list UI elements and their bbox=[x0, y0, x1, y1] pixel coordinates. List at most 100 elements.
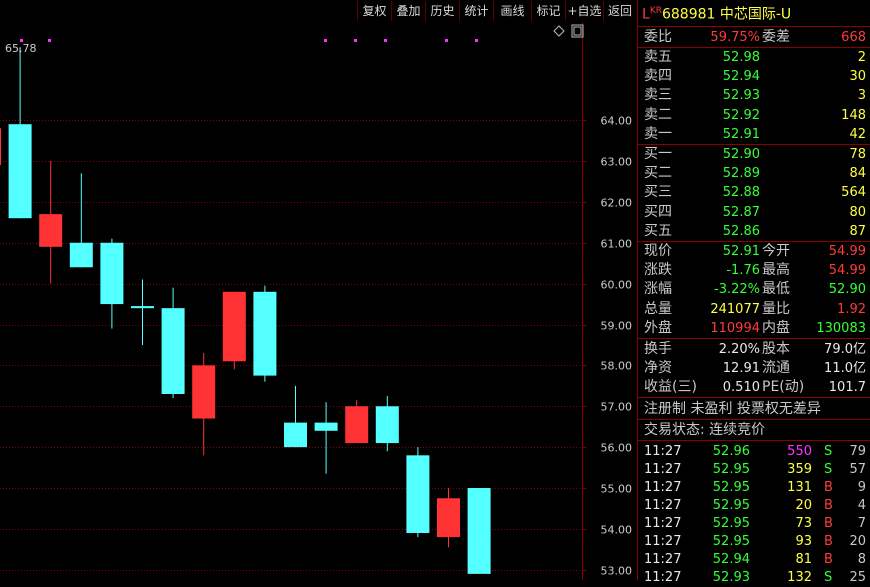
tick-side: S bbox=[824, 444, 833, 459]
fundamental-label: 股本 bbox=[762, 341, 790, 357]
candlestick-chart[interactable]: 64.00 63.00 62.00 61.00 60.00 59.00 58.00 57.00… bbox=[0, 22, 637, 580]
bid-volume: 78 bbox=[849, 147, 866, 162]
candle-body bbox=[437, 498, 460, 538]
fundamental-value: 79.0亿 bbox=[824, 342, 866, 357]
fundamental-label: 换手 bbox=[644, 341, 672, 357]
ask-volume: 148 bbox=[841, 107, 866, 123]
candle-body bbox=[284, 422, 307, 448]
event-marker-dot[interactable] bbox=[48, 39, 51, 42]
quote-label: 今开 bbox=[762, 243, 790, 259]
event-marker-dot[interactable] bbox=[445, 39, 448, 42]
bid-volume: 80 bbox=[849, 204, 866, 220]
stock-header: LKR688981 中芯国际-U bbox=[642, 2, 791, 25]
tick-count: 8 bbox=[857, 552, 866, 567]
ask-volume: 2 bbox=[857, 50, 866, 65]
stock-name: 中芯国际-U bbox=[719, 6, 792, 23]
bid-volume: 84 bbox=[849, 166, 866, 182]
tick-volume: 20 bbox=[795, 498, 812, 513]
restore-rights-button[interactable]: 复权 bbox=[357, 1, 391, 21]
event-marker-dot[interactable] bbox=[384, 39, 387, 42]
stock-prefix: L bbox=[642, 6, 650, 23]
tick-count: 57 bbox=[849, 462, 866, 477]
ask-price: 52.94 bbox=[722, 69, 760, 85]
diamond-icon[interactable] bbox=[553, 25, 565, 37]
ask-volume: 42 bbox=[849, 126, 866, 142]
quote-label: 量比 bbox=[762, 300, 790, 317]
ask-price: 52.91 bbox=[722, 126, 760, 142]
event-marker-dot[interactable] bbox=[475, 39, 478, 42]
tick-count: 9 bbox=[857, 480, 866, 495]
candles bbox=[0, 47, 491, 574]
tick-count: 20 bbox=[849, 534, 866, 549]
quote-label: 涨跌 bbox=[644, 262, 672, 279]
draw-line-button[interactable]: 画线 bbox=[493, 1, 531, 21]
fundamental-label: PE(动) bbox=[762, 379, 805, 395]
overlay-button[interactable]: 叠加 bbox=[391, 1, 425, 21]
order-ratio-label: 委比 bbox=[644, 29, 672, 45]
quote-value: 1.92 bbox=[837, 301, 866, 317]
price-axis: 64.00 63.00 62.00 61.00 60.00 59.00 58.00 57.00… bbox=[582, 22, 632, 580]
tick-side: B bbox=[824, 516, 833, 531]
ask-volume: 3 bbox=[857, 88, 866, 104]
y-tick-label: 63.00 bbox=[601, 156, 633, 169]
quote-label: 涨幅 bbox=[644, 281, 672, 298]
statistics-button[interactable]: 统计 bbox=[459, 1, 493, 21]
trading-status: 交易状态: 连续竞价 bbox=[644, 422, 766, 438]
tick-side: B bbox=[824, 534, 833, 549]
bid-price: 52.89 bbox=[722, 166, 760, 182]
mark-button[interactable]: 标记 bbox=[531, 1, 565, 21]
tick-side: B bbox=[824, 498, 833, 513]
y-tick-label: 62.00 bbox=[601, 197, 633, 210]
y-tick-label: 64.00 bbox=[601, 115, 633, 128]
chart-corner-icons bbox=[552, 24, 586, 40]
back-button[interactable]: 返回 bbox=[603, 1, 636, 21]
tick-side: S bbox=[824, 462, 833, 477]
y-tick-label: 56.00 bbox=[601, 442, 633, 455]
candle-body bbox=[0, 128, 1, 166]
tick-time: 11:27 bbox=[644, 498, 682, 513]
bid-volume: 564 bbox=[841, 185, 866, 201]
y-tick-label: 53.00 bbox=[601, 565, 633, 578]
history-button[interactable]: 历史 bbox=[425, 1, 459, 21]
fundamental-label: 流通 bbox=[762, 360, 790, 376]
quote-value: 241077 bbox=[710, 301, 760, 317]
fundamental-value: 11.0亿 bbox=[824, 361, 866, 376]
tick-price: 52.95 bbox=[712, 462, 750, 477]
grid-lines bbox=[0, 120, 582, 571]
tick-side: S bbox=[824, 570, 833, 585]
tick-price: 52.93 bbox=[712, 570, 750, 585]
ask-level-label: 卖三 bbox=[644, 87, 672, 104]
quote-value: -1.76 bbox=[726, 263, 760, 279]
tick-side: B bbox=[824, 480, 833, 495]
ask-volume: 30 bbox=[849, 69, 866, 85]
fundamental-label: 净资 bbox=[644, 360, 672, 376]
candle-body bbox=[192, 365, 216, 419]
ask-level-label: 卖一 bbox=[644, 125, 672, 142]
quote-label: 外盘 bbox=[644, 319, 672, 336]
quote-label: 现价 bbox=[644, 243, 672, 259]
candle-body bbox=[100, 242, 124, 305]
add-watchlist-button[interactable]: +自选 bbox=[565, 1, 603, 21]
tick-time: 11:27 bbox=[644, 534, 682, 549]
listing-flags: 注册制 未盈利 投票权无差异 bbox=[644, 401, 821, 417]
bid-price: 52.88 bbox=[722, 185, 760, 201]
tick-count: 79 bbox=[849, 444, 866, 459]
quote-value: 54.99 bbox=[828, 263, 866, 279]
window-toggle-icon[interactable] bbox=[571, 24, 584, 38]
tick-volume: 131 bbox=[787, 480, 812, 495]
bid-price: 52.87 bbox=[722, 204, 760, 220]
quote-value: 52.91 bbox=[722, 244, 760, 259]
candle-body bbox=[222, 291, 246, 362]
bid-price: 52.86 bbox=[722, 223, 760, 239]
candle-body bbox=[161, 308, 185, 394]
event-markers bbox=[20, 39, 478, 42]
bid-price: 52.90 bbox=[722, 147, 760, 162]
tick-time: 11:27 bbox=[644, 570, 682, 585]
candle-body bbox=[131, 306, 154, 309]
event-marker-dot[interactable] bbox=[354, 39, 357, 42]
tick-volume: 359 bbox=[787, 462, 812, 477]
event-marker-dot[interactable] bbox=[324, 39, 327, 42]
chart-toolbar: 复权 叠加 历史 统计 画线 标记 +自选 返回 bbox=[0, 0, 636, 22]
quote-value: 130083 bbox=[816, 320, 866, 336]
quote-label: 总量 bbox=[644, 300, 672, 317]
